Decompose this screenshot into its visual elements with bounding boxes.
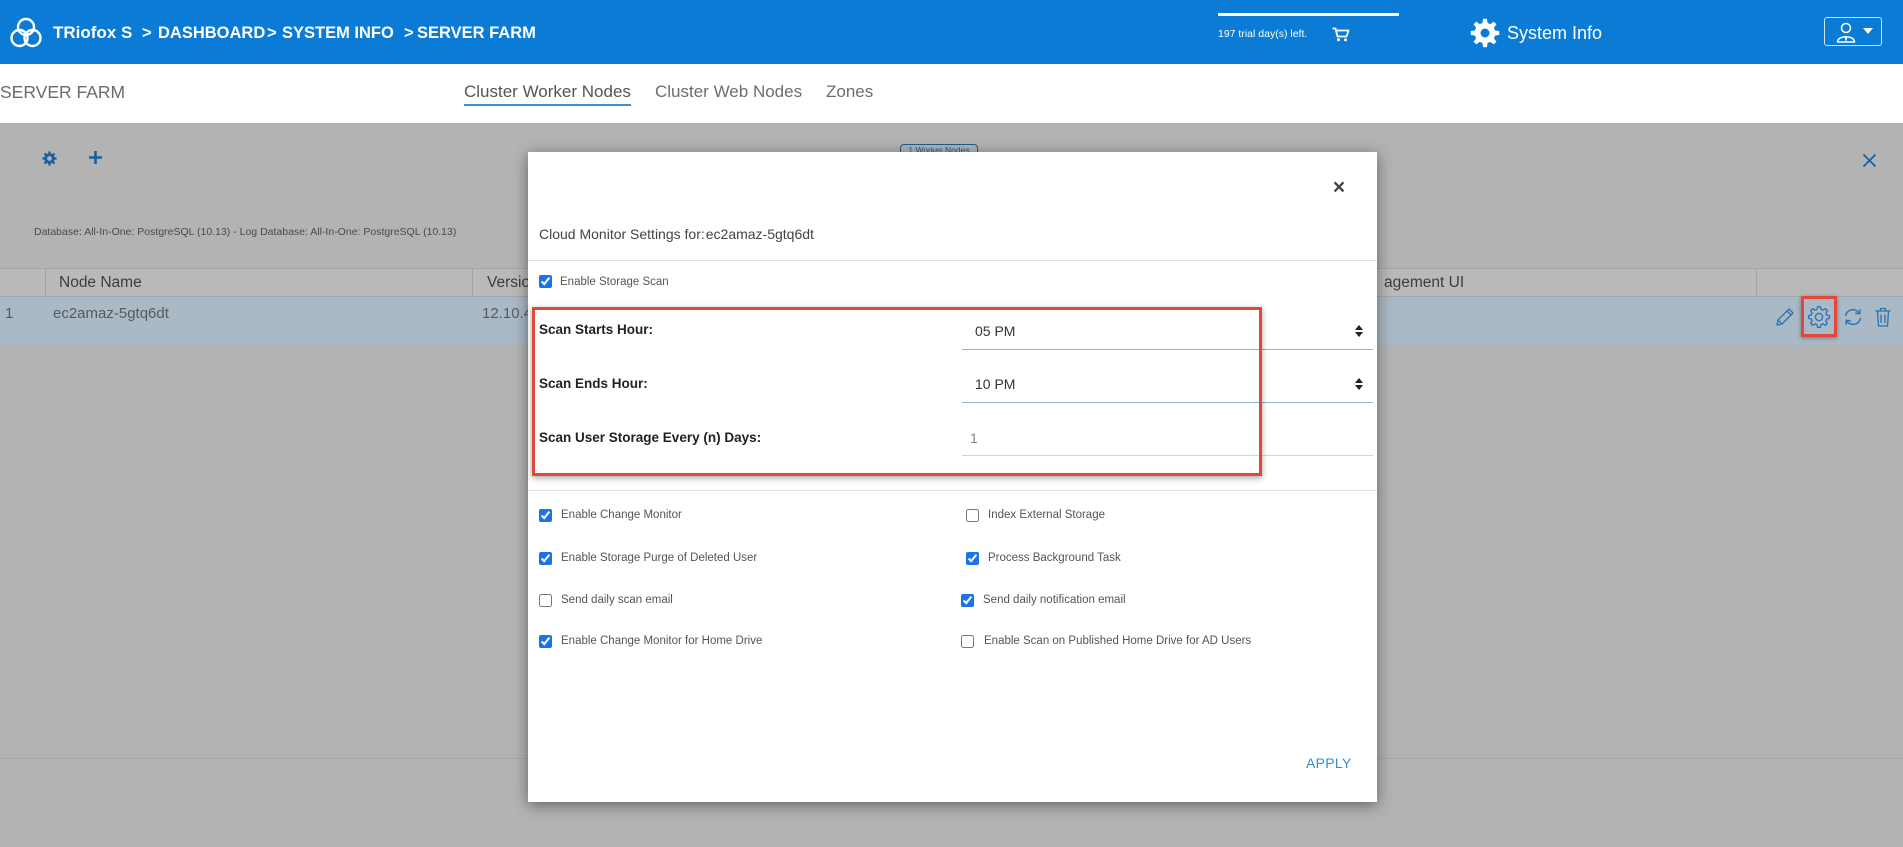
- trash-icon[interactable]: [1871, 305, 1895, 329]
- column-header-version[interactable]: Versio: [487, 273, 530, 293]
- index-external-storage-checkbox[interactable]: [966, 509, 979, 522]
- trial-progress-bar: [1218, 13, 1399, 16]
- enable-storage-purge-label[interactable]: Enable Storage Purge of Deleted User: [561, 551, 757, 565]
- gear-icon[interactable]: [42, 151, 57, 166]
- send-daily-notification-email-checkbox[interactable]: [961, 594, 974, 607]
- scan-end-hour-label: Scan Ends Hour:: [539, 376, 648, 391]
- column-divider[interactable]: [1756, 269, 1757, 296]
- enable-change-monitor-checkbox[interactable]: [539, 509, 552, 522]
- gear-icon[interactable]: [1470, 18, 1500, 48]
- breadcrumb-server-farm: SERVER FARM: [417, 24, 536, 42]
- cart-icon[interactable]: [1332, 27, 1350, 42]
- tab-cluster-worker-nodes[interactable]: Cluster Worker Nodes: [464, 82, 631, 106]
- send-daily-scan-email-checkbox[interactable]: [539, 594, 552, 607]
- row-index: 1: [5, 305, 14, 322]
- row-version: 12.10.4: [482, 305, 533, 322]
- trial-progress-fill: [1218, 13, 1399, 16]
- column-header-node-name[interactable]: Node Name: [59, 273, 142, 293]
- page-title: SERVER FARM: [0, 82, 126, 102]
- enable-change-monitor-home-drive-checkbox[interactable]: [539, 635, 552, 648]
- index-external-storage-label[interactable]: Index External Storage: [988, 508, 1105, 522]
- breadcrumb-system-info[interactable]: SYSTEM INFO: [282, 22, 394, 44]
- trial-days-left: 197 trial day(s) left.: [1218, 28, 1308, 40]
- plus-icon[interactable]: [88, 150, 103, 165]
- user-menu-button[interactable]: [1824, 17, 1882, 46]
- pencil-icon[interactable]: [1773, 305, 1797, 329]
- tab-cluster-web-nodes[interactable]: Cluster Web Nodes: [655, 82, 802, 106]
- dialog-title-prefix: Cloud Monitor Settings for:: [539, 226, 705, 242]
- page-header: SERVER FARM Cluster Worker Nodes Cluster…: [0, 64, 1903, 123]
- scan-interval-label: Scan User Storage Every (n) Days:: [539, 430, 762, 445]
- highlight-box: [1801, 296, 1837, 337]
- brand-name[interactable]: TRiofox S: [53, 22, 132, 44]
- scan-interval-input[interactable]: [962, 420, 1373, 456]
- send-daily-scan-email-label[interactable]: Send daily scan email: [561, 593, 673, 607]
- tab-zones[interactable]: Zones: [826, 82, 873, 106]
- dialog-node-name: ec2amaz-5gtq6dt: [705, 226, 814, 242]
- select-arrows-icon: [1355, 325, 1363, 337]
- breadcrumb-dashboard[interactable]: DASHBOARD: [158, 22, 265, 44]
- caret-down-icon: [1863, 28, 1873, 34]
- enable-change-monitor-home-drive-label[interactable]: Enable Change Monitor for Home Drive: [561, 634, 762, 648]
- select-arrows-icon: [1355, 378, 1363, 390]
- scan-start-hour-select[interactable]: 05 PM: [962, 312, 1373, 350]
- dialog-title: Cloud Monitor Settings for:ec2amaz-5gtq6…: [539, 225, 814, 243]
- cloud-monitor-settings-dialog: × Cloud Monitor Settings for:ec2amaz-5gt…: [528, 152, 1377, 802]
- enable-change-monitor-label[interactable]: Enable Change Monitor: [561, 508, 682, 522]
- scan-start-hour-value: 05 PM: [975, 323, 1016, 339]
- scan-end-hour-select[interactable]: 10 PM: [962, 365, 1373, 403]
- database-info: Database: All-In-One: PostgreSQL (10.13)…: [34, 226, 457, 238]
- user-icon: [1836, 22, 1856, 43]
- column-divider[interactable]: [472, 269, 473, 296]
- close-icon[interactable]: [1862, 153, 1877, 168]
- enable-scan-published-home-drive-label[interactable]: Enable Scan on Published Home Drive for …: [984, 634, 1251, 648]
- enable-storage-scan-label[interactable]: Enable Storage Scan: [560, 275, 669, 289]
- close-icon[interactable]: ×: [1330, 176, 1348, 200]
- scan-end-hour-value: 10 PM: [975, 376, 1016, 392]
- enable-scan-published-home-drive-checkbox[interactable]: [961, 635, 974, 648]
- divider: [528, 260, 1377, 261]
- enable-storage-scan-checkbox[interactable]: [539, 275, 552, 288]
- divider: [528, 490, 1377, 491]
- apply-button[interactable]: APPLY: [1306, 755, 1352, 771]
- triofox-logo-icon[interactable]: [8, 15, 44, 51]
- process-background-task-checkbox[interactable]: [966, 552, 979, 565]
- breadcrumb-separator: >: [267, 24, 277, 42]
- enable-storage-purge-checkbox[interactable]: [539, 552, 552, 565]
- top-nav-bar: TRiofox S > DASHBOARD > SYSTEM INFO > SE…: [0, 0, 1903, 64]
- send-daily-notification-email-label[interactable]: Send daily notification email: [983, 593, 1126, 607]
- column-header-management-ui[interactable]: agement UI: [1384, 273, 1464, 293]
- system-info-label[interactable]: System Info: [1507, 22, 1602, 44]
- column-divider[interactable]: [45, 269, 46, 296]
- breadcrumb-separator: >: [142, 24, 152, 42]
- refresh-icon[interactable]: [1841, 305, 1865, 329]
- scan-start-hour-label: Scan Starts Hour:: [539, 322, 654, 337]
- row-node-name: ec2amaz-5gtq6dt: [53, 305, 169, 322]
- breadcrumb-separator: >: [404, 24, 414, 42]
- process-background-task-label[interactable]: Process Background Task: [988, 551, 1121, 565]
